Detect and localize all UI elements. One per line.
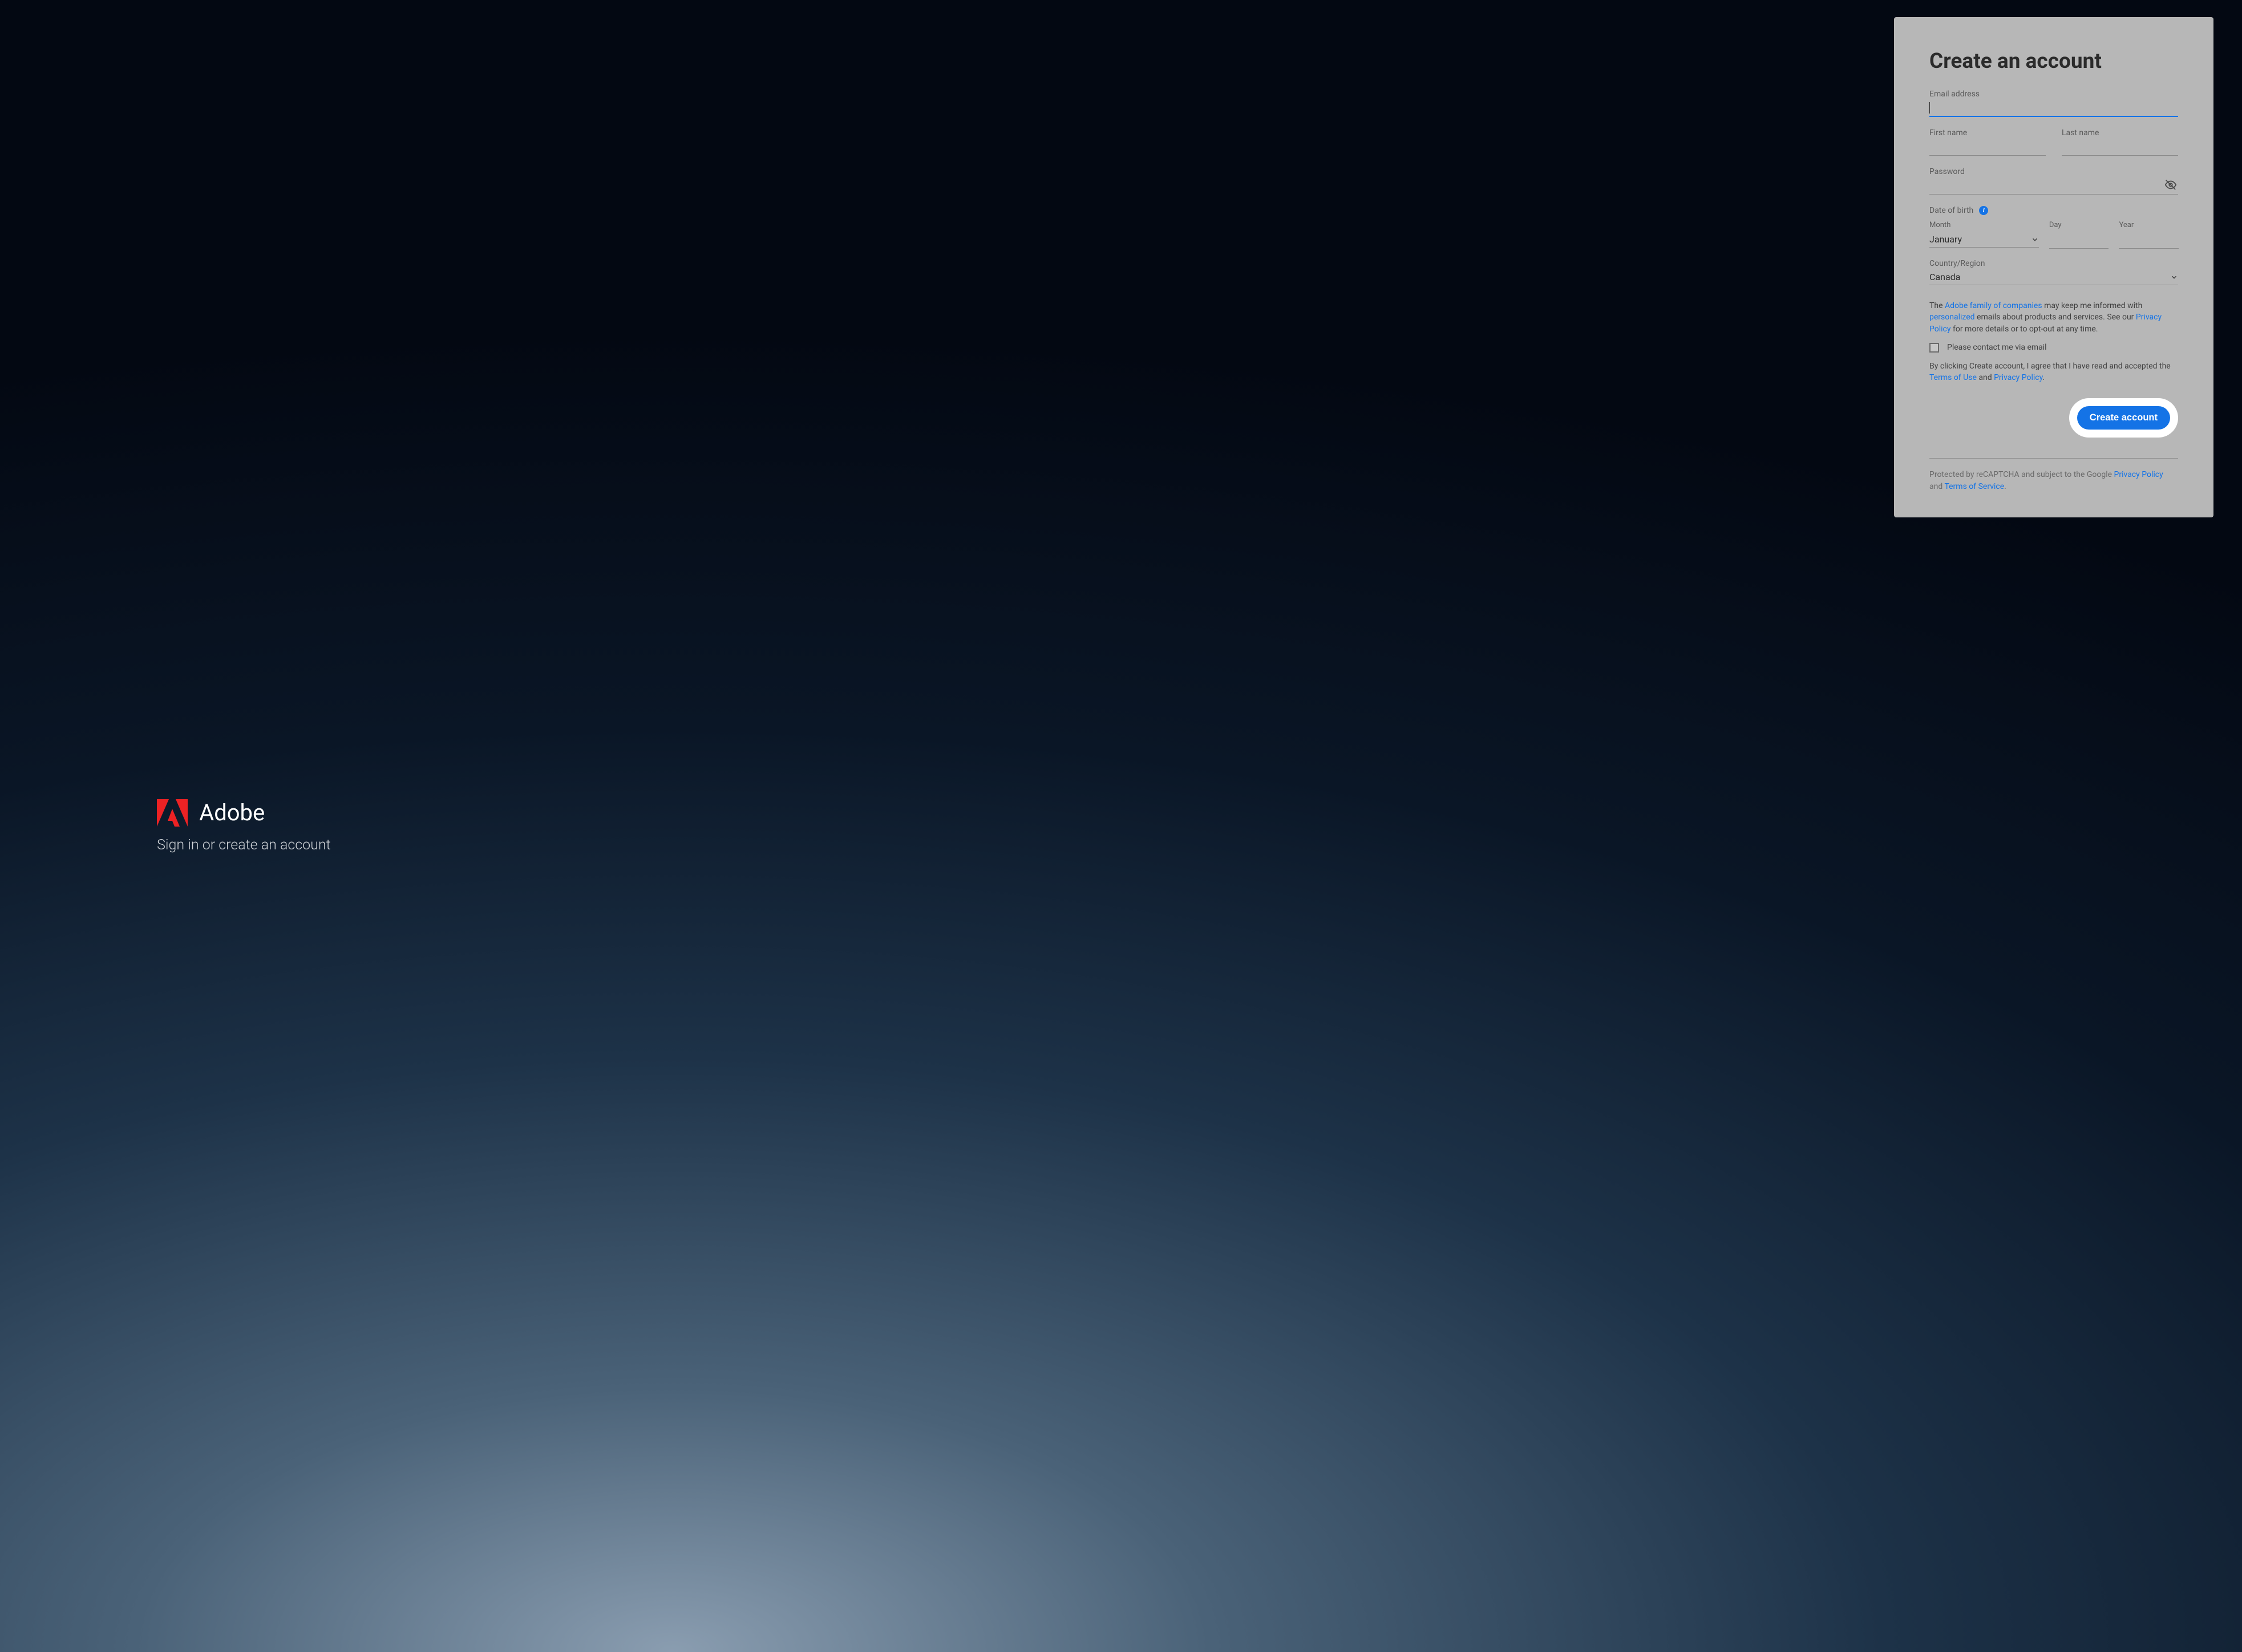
country-label: Country/Region	[1929, 259, 2178, 268]
first-name-input[interactable]	[1929, 139, 2046, 155]
button-highlight: Create account	[2069, 398, 2178, 438]
country-select[interactable]: Canada	[1929, 269, 2178, 285]
brand-tagline: Sign in or create an account	[157, 837, 1166, 853]
last-name-field-group: Last name	[2062, 128, 2178, 156]
google-tos-link[interactable]: Terms of Service	[1944, 482, 2004, 491]
password-label: Password	[1929, 167, 2178, 176]
day-input[interactable]	[2049, 232, 2109, 248]
password-input[interactable]	[1929, 178, 2178, 194]
privacy-policy-link-2[interactable]: Privacy Policy	[1994, 373, 2042, 382]
visibility-off-icon[interactable]	[2164, 179, 2177, 193]
month-select[interactable]: January	[1929, 232, 2039, 248]
brand-name: Adobe	[199, 799, 265, 826]
personalized-link[interactable]: personalized	[1929, 313, 1975, 322]
country-value: Canada	[1929, 272, 1960, 282]
contact-email-label: Please contact me via email	[1947, 343, 2047, 352]
text-cursor	[1929, 102, 1930, 114]
google-privacy-link[interactable]: Privacy Policy	[2114, 470, 2163, 479]
dob-label: Date of birth	[1929, 206, 1973, 215]
email-label: Email address	[1929, 90, 2178, 99]
email-field-group: Email address	[1929, 90, 2178, 117]
contact-email-checkbox[interactable]	[1929, 343, 1939, 353]
card-title: Create an account	[1929, 49, 2178, 74]
month-value: January	[1929, 234, 1962, 245]
brand-panel: Adobe Sign in or create an account	[0, 0, 1166, 1652]
last-name-label: Last name	[2062, 128, 2178, 137]
first-name-label: First name	[1929, 128, 2046, 137]
adobe-logo-icon	[157, 799, 188, 827]
info-icon[interactable]: i	[1979, 206, 1988, 215]
first-name-field-group: First name	[1929, 128, 2046, 156]
year-label: Year	[2119, 221, 2179, 229]
create-account-button[interactable]: Create account	[2077, 406, 2170, 430]
terms-of-use-link[interactable]: Terms of Use	[1929, 373, 1977, 382]
divider	[1929, 458, 2178, 459]
day-label: Day	[2049, 221, 2109, 229]
signup-card: Create an account Email address First na…	[1894, 17, 2213, 517]
marketing-consent-text: The Adobe family of companies may keep m…	[1929, 300, 2178, 335]
recaptcha-notice: Protected by reCAPTCHA and subject to th…	[1929, 469, 2178, 492]
last-name-input[interactable]	[2062, 139, 2178, 155]
chevron-down-icon	[2031, 236, 2039, 244]
password-field-group: Password	[1929, 167, 2178, 195]
terms-agreement-text: By clicking Create account, I agree that…	[1929, 361, 2178, 384]
adobe-companies-link[interactable]: Adobe family of companies	[1945, 301, 2042, 310]
month-label: Month	[1929, 221, 2039, 229]
chevron-down-icon	[2170, 273, 2178, 281]
year-input[interactable]	[2119, 232, 2179, 248]
email-input[interactable]	[1932, 100, 2178, 116]
